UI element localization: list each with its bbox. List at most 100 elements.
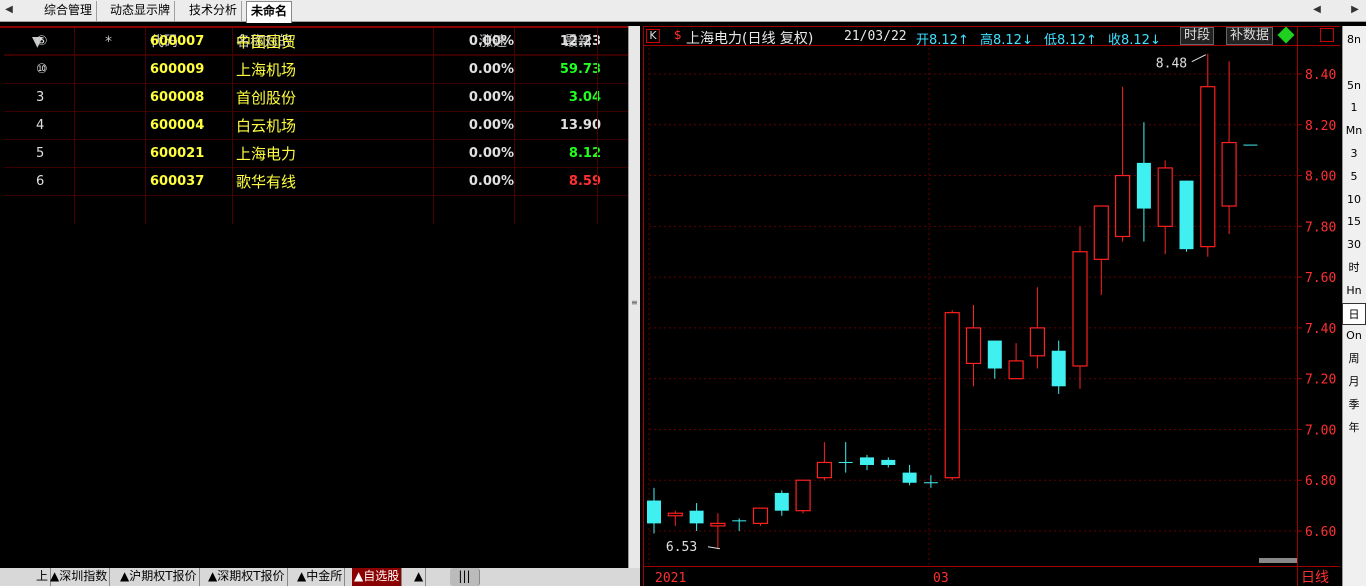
table-row[interactable]: 5 600021 上海电力 0.00% 8.12 (4, 140, 628, 168)
period-button-8[interactable]: 15 (1342, 211, 1366, 233)
tab-tech-analysis[interactable]: 技术分析 (185, 1, 243, 21)
tab-scroll-left-icon-2[interactable]: ◀ (1310, 2, 1324, 18)
candle-body (752, 507, 769, 524)
period-button-11[interactable]: Hn (1342, 280, 1366, 302)
period-button-3[interactable]: 1 (1342, 97, 1366, 119)
period-button-5[interactable]: 3 (1342, 143, 1366, 165)
period-button-4[interactable]: Mn (1342, 120, 1366, 142)
bottom-tab-cffex[interactable]: ▲中金所 (295, 568, 346, 586)
tab-scroll-left-icon[interactable]: ◀ (2, 2, 16, 18)
candle-body (647, 500, 661, 524)
period-button-10[interactable]: 时 (1342, 257, 1366, 279)
bottom-tab-more[interactable]: ▲ (412, 568, 427, 586)
column-divider (145, 28, 146, 224)
time-period-button[interactable]: 时段 (1180, 27, 1215, 45)
table-row[interactable]: 3 600008 首创股份 0.00% 3.04 (4, 84, 628, 112)
y-tick-label: 7.20 (1305, 373, 1336, 388)
period-button-9[interactable]: 30 (1342, 234, 1366, 256)
candle-body (1072, 251, 1088, 367)
row-index: ⑤ (36, 34, 48, 49)
row-price: 8.12 (568, 146, 601, 161)
y-tick-label: 6.80 (1305, 474, 1336, 489)
bottom-tab-sz-options[interactable]: ▲深期权T报价 (206, 568, 288, 586)
column-divider (433, 28, 434, 224)
tab-unnamed[interactable]: 未命名 (246, 1, 293, 23)
candle-body (774, 492, 789, 511)
candle-body (944, 312, 960, 479)
candle-body (1200, 86, 1216, 248)
period-button-16[interactable]: 季 (1342, 394, 1366, 416)
candle-body (816, 461, 832, 479)
row-code: 600004 (150, 118, 205, 133)
watchlist-table: ⑤ 600007 中国国贸 0.00% 12.23 ⑩ 600009 上海机场 0.00% 59.… (0, 28, 628, 228)
dollar-icon: $ (674, 28, 682, 42)
table-row[interactable]: ⑤ 600007 中国国贸 0.00% 12.23 (4, 28, 628, 56)
kline-type-button[interactable]: K (646, 29, 660, 43)
y-tick-label: 7.60 (1305, 271, 1336, 286)
min-annotation: 6.53 (666, 540, 697, 555)
y-tick-label: 6.60 (1305, 525, 1336, 540)
row-speed: 0.00% (468, 90, 514, 105)
candle-body (1179, 180, 1194, 250)
fill-data-button[interactable]: 补数据 (1226, 27, 1274, 45)
candle-body (1051, 350, 1066, 387)
high-value: 高8.12↓ (980, 33, 1033, 48)
y-tick-label: 7.00 (1305, 423, 1336, 438)
chart-date: 21/03/22 (844, 29, 907, 44)
candle-body (795, 479, 811, 512)
period-button-1[interactable] (1342, 52, 1366, 74)
bottom-scroll-thumb[interactable]: ||| (450, 568, 480, 586)
candle-body (1136, 162, 1151, 209)
open-value: 开8.12↑ (916, 33, 969, 48)
bottom-tab-watchlist[interactable]: ▲自选股 (352, 568, 403, 586)
tab-scroll-right-icon[interactable]: ▶ (1348, 2, 1362, 18)
row-name: 上海电力 (236, 145, 297, 163)
period-button-12[interactable]: 日 (1342, 302, 1366, 325)
candle-body (860, 457, 874, 465)
period-button-0[interactable]: 8n (1342, 29, 1366, 51)
y-tick-label: 8.20 (1305, 119, 1336, 134)
period-button-14[interactable]: 周 (1342, 348, 1366, 370)
x-tick-label: 2021 (655, 571, 686, 586)
table-row[interactable]: ⑩ 600009 上海机场 0.00% 59.73 (4, 56, 628, 84)
table-row[interactable]: 4 600004 白云机场 0.00% 13.90 (4, 112, 628, 140)
max-annotation: 8.48 (1156, 57, 1187, 72)
row-speed: 0.00% (468, 146, 514, 161)
row-price: 59.73 (559, 62, 601, 77)
row-name: 白云机场 (236, 117, 297, 135)
row-speed: 0.00% (468, 174, 514, 189)
bottom-tab-shenzhen-index[interactable]: ▲深圳指数 (48, 568, 111, 586)
row-code: 600008 (150, 90, 205, 105)
row-index: 3 (36, 90, 45, 105)
period-button-2[interactable]: 5n (1342, 75, 1366, 97)
tab-dynamic-board[interactable]: 动态显示牌 (106, 1, 176, 21)
period-button-15[interactable]: 月 (1342, 371, 1366, 393)
table-row[interactable]: 6 600037 歌华有线 0.00% 8.59 (4, 168, 628, 196)
row-index: ⑩ (36, 62, 48, 77)
period-button-6[interactable]: 5 (1342, 166, 1366, 188)
low-value: 低8.12↑ (1044, 33, 1097, 48)
period-button-13[interactable]: On (1342, 325, 1366, 347)
period-button-7[interactable]: 10 (1342, 189, 1366, 211)
bottom-tab-sh-options[interactable]: ▲沪期权T报价 (118, 568, 200, 586)
row-price: 3.04 (568, 90, 601, 105)
chart-close-icon[interactable] (1320, 28, 1334, 42)
row-name: 中国国贸 (236, 33, 297, 51)
row-index: 5 (36, 146, 45, 161)
column-divider (232, 28, 233, 224)
candle-body (987, 340, 1002, 369)
splitter-grip-icon: ≡ (631, 298, 638, 307)
bottom-tab-bar: 上 ▲深圳指数 ▲沪期权T报价 ▲深期权T报价 ▲中金所 ▲自选股 ▲ ||| (0, 568, 640, 586)
panel-splitter[interactable]: ≡ (628, 26, 640, 568)
row-speed: 0.00% (468, 34, 514, 49)
row-code: 600037 (150, 174, 205, 189)
tab-overview[interactable]: 综合管理 (40, 1, 98, 21)
chart-background (643, 26, 1340, 586)
candle-body (1029, 327, 1045, 357)
candle-body (965, 327, 982, 365)
kline-chart-panel[interactable]: 8.40 8.20 8.00 7.80 7.60 7.40 7.20 7.00 6.80 6.60… (643, 26, 1340, 586)
x-tick-label: 03 (933, 571, 949, 586)
row-price: 12.23 (559, 34, 601, 49)
period-button-17[interactable]: 年 (1342, 417, 1366, 439)
tab-bar: ◀ 综合管理 动态显示牌 技术分析 未命名 ◀ ▶ (0, 0, 1366, 23)
